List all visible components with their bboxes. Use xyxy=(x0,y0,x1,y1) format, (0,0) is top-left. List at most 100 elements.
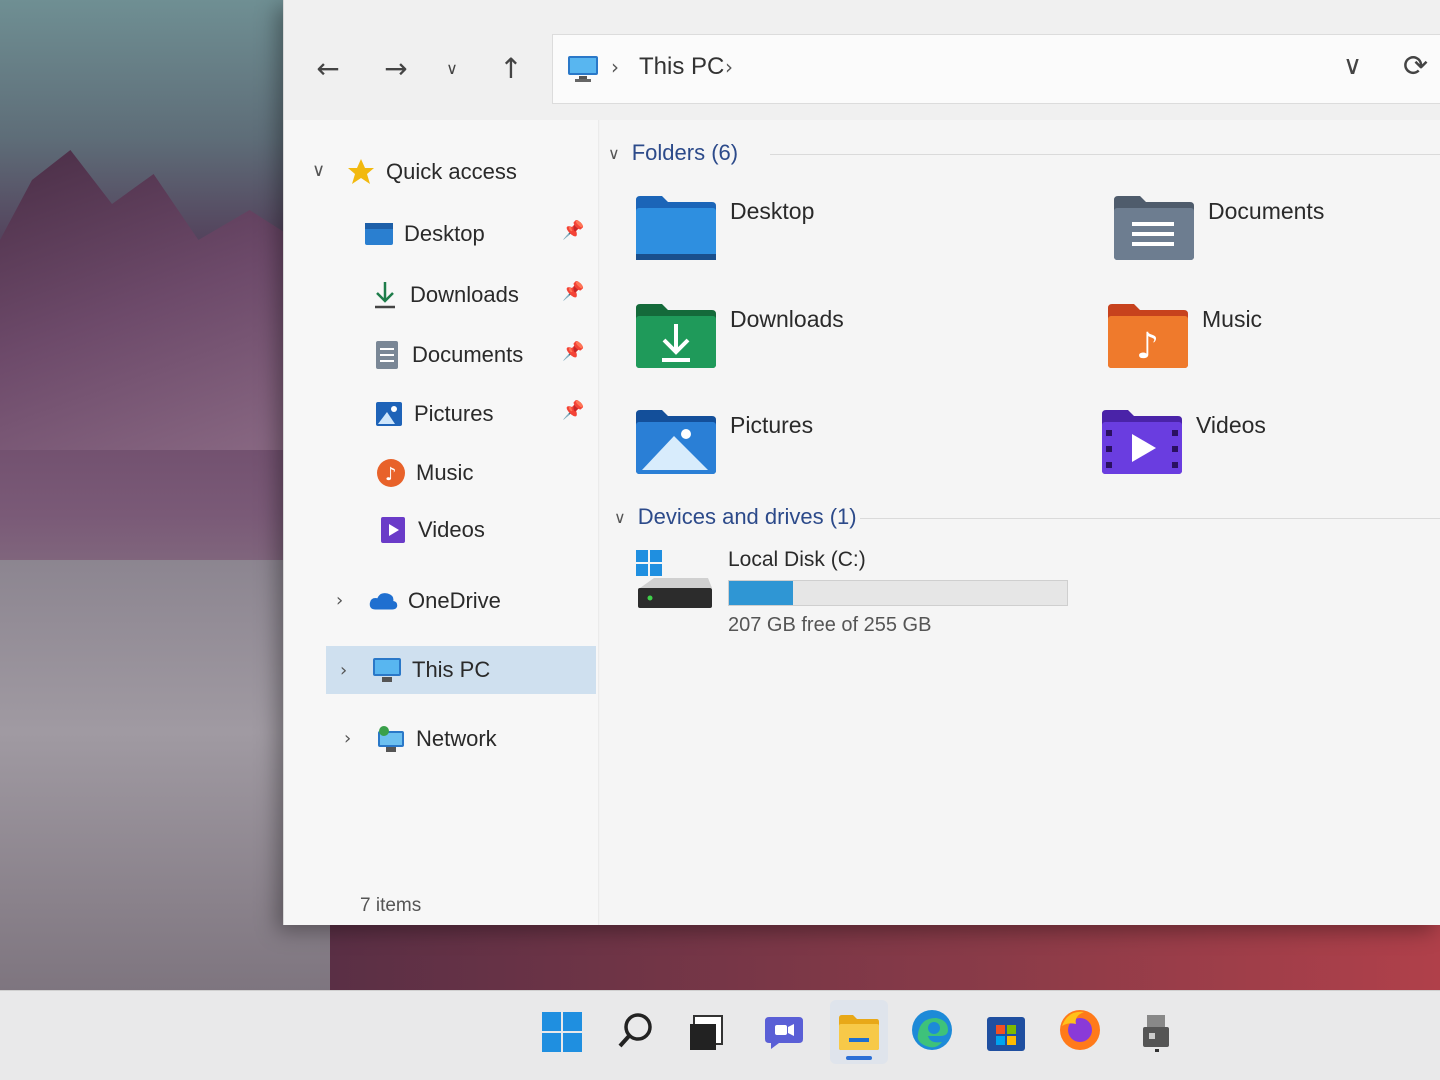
video-icon xyxy=(378,515,408,545)
group-divider xyxy=(860,518,1440,519)
group-title: Devices and drives (1) xyxy=(637,504,857,529)
pin-icon[interactable]: 📌 xyxy=(562,341,584,362)
folder-downloads[interactable]: Downloads xyxy=(634,300,1054,390)
collapse-chevron-icon: ∨ xyxy=(608,143,620,163)
folders-group-header[interactable]: ∨ Folders (6) xyxy=(608,140,738,166)
wallpaper-bottom-band xyxy=(330,920,1440,990)
pictures-folder-icon xyxy=(636,410,716,474)
sidebar-label: This PC xyxy=(412,657,491,682)
arrow-right-icon: → xyxy=(384,51,408,85)
sidebar-label: Videos xyxy=(418,517,485,542)
expand-chevron-icon[interactable]: › xyxy=(340,660,347,681)
sidebar-item-downloads[interactable]: Downloads xyxy=(370,271,519,319)
download-arrow-icon xyxy=(370,280,400,310)
sidebar-label: Documents xyxy=(412,342,524,367)
svg-text:♪: ♪ xyxy=(1136,326,1159,367)
pictures-icon xyxy=(374,399,404,429)
videos-folder-icon xyxy=(1102,410,1182,474)
chat-icon[interactable] xyxy=(760,1008,808,1056)
sidebar-item-network[interactable]: Network xyxy=(376,715,497,763)
sidebar-item-this-pc[interactable]: This PC xyxy=(372,646,490,694)
breadcrumb-this-pc[interactable]: This PC xyxy=(639,53,724,81)
folder-label: Downloads xyxy=(730,306,844,332)
forward-button[interactable]: → xyxy=(376,48,416,88)
documents-folder-icon xyxy=(1114,196,1194,260)
address-history-dropdown[interactable]: ∨ xyxy=(1343,51,1362,81)
search-icon[interactable] xyxy=(612,1006,660,1054)
active-app-indicator xyxy=(846,1056,872,1060)
status-item-count: 7 items xyxy=(360,895,422,916)
navigation-pane: ∨ Quick access Desktop 📌 Downloads 📌 Doc… xyxy=(284,120,599,925)
back-button[interactable]: ← xyxy=(308,48,348,88)
breadcrumb-separator: › xyxy=(611,55,619,79)
expand-chevron-icon[interactable]: ∨ xyxy=(312,160,325,181)
folder-label: Documents xyxy=(1208,198,1325,224)
store-icon[interactable] xyxy=(982,1008,1030,1056)
sidebar-label: Pictures xyxy=(414,401,494,426)
navigation-toolbar: ← → ∨ ↑ › This PC › ∨ ⟳ xyxy=(284,0,1440,120)
arrow-left-icon: ← xyxy=(316,51,340,85)
file-explorer-icon[interactable] xyxy=(835,1008,883,1056)
folder-label: Videos xyxy=(1196,412,1266,438)
drive-free-space: 207 GB free of 255 GB xyxy=(728,614,932,636)
drive-usage-bar xyxy=(728,580,1068,606)
sidebar-label: Downloads xyxy=(410,282,519,307)
folder-music[interactable]: ♪ Music xyxy=(1106,300,1440,390)
breadcrumb-separator[interactable]: › xyxy=(725,55,733,79)
folder-videos[interactable]: Videos xyxy=(1100,406,1440,496)
cloud-icon xyxy=(368,586,398,616)
folder-desktop[interactable]: Desktop xyxy=(634,192,1054,282)
pin-icon[interactable]: 📌 xyxy=(562,281,584,302)
content-pane: ∨ Folders (6) Desktop Documents Download… xyxy=(600,120,1440,925)
expand-chevron-icon[interactable]: › xyxy=(336,590,343,611)
sidebar-item-pictures[interactable]: Pictures xyxy=(374,390,493,438)
chevron-down-icon: ∨ xyxy=(446,58,458,78)
refresh-icon[interactable]: ⟳ xyxy=(1403,49,1428,84)
music-icon: ♪ xyxy=(376,458,406,488)
sidebar-label: OneDrive xyxy=(408,588,501,613)
sidebar-item-videos[interactable]: Videos xyxy=(378,506,485,554)
sidebar-item-music[interactable]: ♪ Music xyxy=(376,449,473,497)
folder-pictures[interactable]: Pictures xyxy=(634,406,1054,496)
group-divider xyxy=(770,154,1440,155)
drive-local-disk-c[interactable]: Local Disk (C:) 207 GB free of 255 GB xyxy=(634,548,1114,648)
sidebar-item-documents[interactable]: Documents xyxy=(372,331,523,379)
sidebar-item-desktop[interactable]: Desktop xyxy=(364,210,485,258)
devices-group-header[interactable]: ∨ Devices and drives (1) xyxy=(614,504,857,530)
sidebar-quick-access[interactable]: Quick access xyxy=(346,148,517,196)
group-title: Folders (6) xyxy=(631,140,739,165)
firefox-icon[interactable] xyxy=(1056,1006,1104,1054)
task-view-icon[interactable] xyxy=(684,1008,732,1056)
folder-label: Music xyxy=(1202,306,1263,332)
desktop-folder-icon xyxy=(636,196,716,260)
address-bar[interactable]: › This PC › ∨ ⟳ xyxy=(552,34,1440,104)
music-folder-icon: ♪ xyxy=(1108,304,1188,368)
collapse-chevron-icon: ∨ xyxy=(614,507,626,527)
sidebar-item-onedrive[interactable]: OneDrive xyxy=(368,577,501,625)
sidebar-label: Music xyxy=(416,460,474,485)
computer-icon xyxy=(372,655,402,685)
expand-chevron-icon[interactable]: › xyxy=(344,728,351,749)
folder-label: Desktop xyxy=(730,198,815,224)
drive-name: Local Disk (C:) xyxy=(728,548,866,571)
recent-locations-button[interactable]: ∨ xyxy=(432,48,472,88)
arrow-up-icon: ↑ xyxy=(499,51,523,85)
folder-documents[interactable]: Documents xyxy=(1112,192,1440,282)
pin-icon[interactable]: 📌 xyxy=(562,220,584,241)
downloads-folder-icon xyxy=(636,304,716,368)
edge-icon[interactable] xyxy=(908,1006,956,1054)
usb-drive-icon[interactable] xyxy=(1132,1008,1180,1056)
up-button[interactable]: ↑ xyxy=(491,48,531,88)
network-icon xyxy=(376,724,406,754)
sidebar-label: Quick access xyxy=(386,159,517,184)
pin-icon[interactable]: 📌 xyxy=(562,400,584,421)
folder-label: Pictures xyxy=(730,412,814,438)
computer-icon xyxy=(568,56,598,82)
star-icon xyxy=(346,157,376,187)
sidebar-label: Network xyxy=(416,726,497,751)
start-icon[interactable] xyxy=(538,1008,586,1056)
svg-text:♪: ♪ xyxy=(385,464,397,485)
document-icon xyxy=(372,340,402,370)
sidebar-label: Desktop xyxy=(404,221,485,246)
desktop-icon xyxy=(364,219,394,249)
